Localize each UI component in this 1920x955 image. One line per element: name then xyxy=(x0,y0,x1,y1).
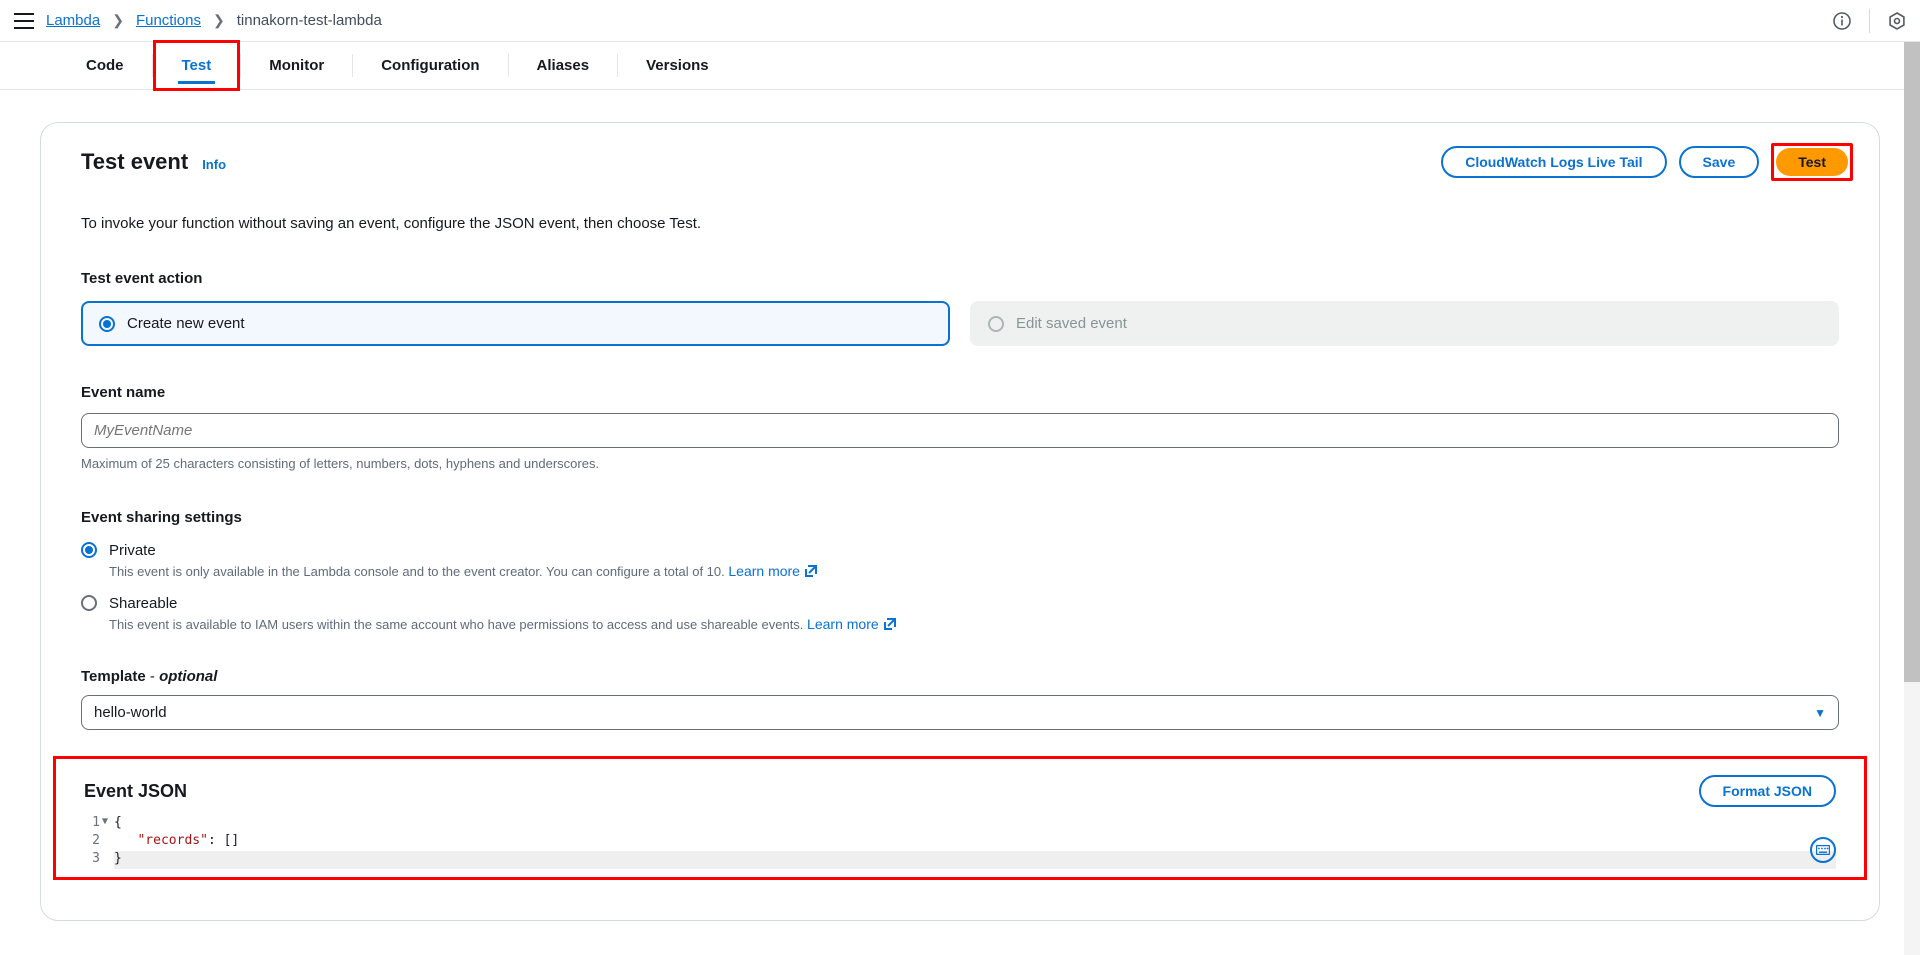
learn-more-link[interactable]: Learn more xyxy=(728,563,818,579)
test-button-highlight: Test xyxy=(1771,143,1853,181)
event-name-input[interactable] xyxy=(81,413,1839,448)
format-json-button[interactable]: Format JSON xyxy=(1699,775,1836,807)
test-event-panel: Test event Info CloudWatch Logs Live Tai… xyxy=(40,122,1880,921)
event-json-title: Event JSON xyxy=(84,781,187,802)
json-editor[interactable]: ▼ 123 { "records": [] } xyxy=(84,815,1836,869)
tab-configuration[interactable]: Configuration xyxy=(353,42,507,89)
tabs: Code Test Monitor Configuration Aliases … xyxy=(0,42,1920,90)
save-button[interactable]: Save xyxy=(1679,146,1760,178)
info-icon[interactable] xyxy=(1833,12,1851,30)
create-event-option[interactable]: Create new event xyxy=(81,301,950,346)
event-name-hint: Maximum of 25 characters consisting of l… xyxy=(81,456,1839,471)
sharing-private-desc: This event is only available in the Lamb… xyxy=(109,563,1839,579)
info-link[interactable]: Info xyxy=(202,157,226,172)
radio-disabled-icon xyxy=(988,316,1004,332)
settings-icon[interactable] xyxy=(1888,12,1906,30)
breadcrumb-lambda[interactable]: Lambda xyxy=(46,12,100,29)
divider xyxy=(1869,9,1870,33)
sharing-shareable-desc: This event is available to IAM users wit… xyxy=(109,616,1839,632)
panel-title: Test event xyxy=(81,149,188,175)
tab-monitor[interactable]: Monitor xyxy=(241,42,352,89)
radio-unselected-icon xyxy=(81,595,97,611)
template-value: hello-world xyxy=(94,704,167,721)
breadcrumb-current: tinnakorn-test-lambda xyxy=(237,12,382,29)
action-label: Test event action xyxy=(81,270,1839,287)
tab-aliases[interactable]: Aliases xyxy=(509,42,618,89)
tab-code[interactable]: Code xyxy=(58,42,152,89)
sharing-shareable-option[interactable]: Shareable xyxy=(81,595,1839,612)
keyboard-icon[interactable] xyxy=(1810,837,1836,863)
line-gutter: 123 xyxy=(84,815,110,869)
sharing-private-option[interactable]: Private xyxy=(81,542,1839,559)
tab-versions[interactable]: Versions xyxy=(618,42,737,89)
breadcrumb: Lambda ❯ Functions ❯ tinnakorn-test-lamb… xyxy=(46,12,382,29)
breadcrumb-functions[interactable]: Functions xyxy=(136,12,201,29)
event-json-section: Event JSON Format JSON ▼ 123 { "records"… xyxy=(53,756,1867,880)
radio-selected-icon xyxy=(99,316,115,332)
template-select[interactable]: hello-world ▼ xyxy=(81,695,1839,730)
event-name-label: Event name xyxy=(81,384,1839,401)
chevron-right-icon: ❯ xyxy=(112,12,124,29)
radio-selected-icon xyxy=(81,542,97,558)
learn-more-link[interactable]: Learn more xyxy=(807,616,897,632)
cloudwatch-logs-button[interactable]: CloudWatch Logs Live Tail xyxy=(1441,146,1666,178)
test-button[interactable]: Test xyxy=(1776,148,1848,176)
scrollbar-thumb[interactable] xyxy=(1904,42,1920,682)
sharing-label: Event sharing settings xyxy=(81,509,1839,526)
edit-event-option: Edit saved event xyxy=(970,301,1839,346)
hamburger-icon[interactable] xyxy=(14,13,34,29)
caret-down-icon: ▼ xyxy=(1814,706,1826,720)
chevron-right-icon: ❯ xyxy=(213,12,225,29)
topbar: Lambda ❯ Functions ❯ tinnakorn-test-lamb… xyxy=(0,0,1920,42)
external-link-icon xyxy=(883,617,897,631)
template-label: Template - optional xyxy=(81,668,1839,685)
external-link-icon xyxy=(804,564,818,578)
tab-test[interactable]: Test xyxy=(153,40,241,91)
panel-description: To invoke your function without saving a… xyxy=(81,215,1839,232)
